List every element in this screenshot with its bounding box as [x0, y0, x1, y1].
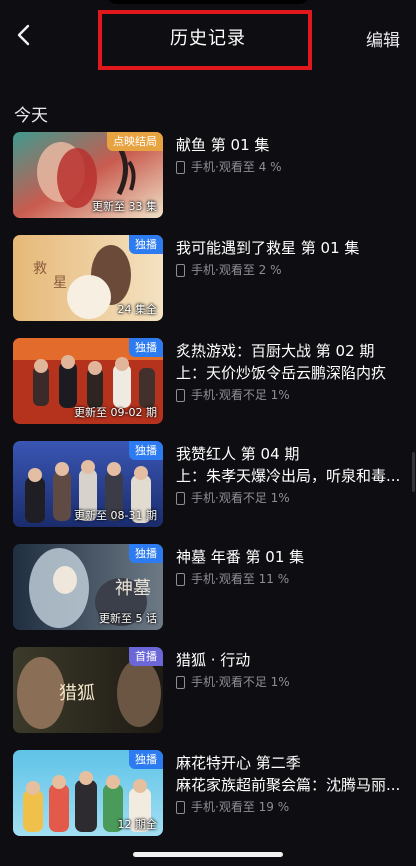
edit-button[interactable]: 编辑 [366, 26, 400, 51]
item-title: 神墓 年番 第 01 集 [176, 548, 305, 566]
thumbnail-badge: 独播 [129, 441, 163, 460]
watch-progress: 观看至 2 % [218, 263, 282, 277]
video-thumbnail[interactable]: 救 星 独播 24 集全 [13, 235, 163, 321]
device-label: 手机 [191, 388, 216, 402]
watch-progress: 观看不足 1% [218, 388, 290, 402]
device-label: 手机 [191, 675, 216, 689]
home-indicator[interactable] [133, 852, 283, 857]
video-thumbnail[interactable]: 猎狐 首播 [13, 647, 163, 733]
video-thumbnail[interactable]: 独播 更新至 08-31 期 [13, 441, 163, 527]
watch-progress: 观看不足 1% [218, 675, 290, 689]
device-label: 手机 [191, 160, 216, 174]
thumbnail-badge: 独播 [129, 235, 163, 254]
svg-text:救: 救 [33, 261, 47, 277]
watch-progress: 观看至 4 % [218, 160, 282, 174]
item-info: 我可能遇到了救星 第 01 集 手机 · 观看至 2 % [176, 237, 412, 279]
scrollbar[interactable] [412, 452, 415, 492]
video-thumbnail[interactable]: 独播 12 期全 [13, 750, 163, 836]
history-item[interactable]: 猎狐 首播 猎狐 · 行动 手机 · 观看不足 1% [0, 647, 416, 733]
phone-icon [176, 263, 185, 277]
item-subtitle: 上：朱孝天爆冷出局，听泉和毒... [176, 467, 401, 485]
thumbnail-badge: 独播 [129, 338, 163, 357]
phone-icon [176, 491, 185, 505]
episode-caption: 更新至 33 集 [92, 200, 157, 213]
watch-meta: 手机 · 观看不足 1% [176, 386, 412, 404]
item-title: 献鱼 第 01 集 [176, 136, 270, 154]
phone-icon [176, 388, 185, 402]
episode-caption: 更新至 09-02 期 [74, 406, 157, 419]
watch-progress: 观看至 11 % [218, 572, 290, 586]
item-title: 麻花特开心 第二季 [176, 754, 301, 772]
thumbnail-badge: 首播 [129, 647, 163, 666]
thumbnail-badge: 独播 [129, 750, 163, 769]
phone-icon [176, 160, 185, 174]
device-label: 手机 [191, 800, 216, 814]
item-info: 麻花特开心 第二季 麻花家族超前聚会篇：沈腾马丽... 手机 · 观看至 19 … [176, 752, 412, 816]
device-label: 手机 [191, 263, 216, 277]
watch-meta: 手机 · 观看不足 1% [176, 673, 412, 691]
phone-icon [176, 572, 185, 586]
phone-icon [176, 675, 185, 689]
top-bar: 历史记录 编辑 [0, 0, 416, 70]
video-thumbnail[interactable]: 独播 更新至 09-02 期 [13, 338, 163, 424]
watch-progress: 观看至 19 % [218, 800, 290, 814]
watch-progress: 观看不足 1% [218, 491, 290, 505]
thumbnail-badge: 点映结局 [107, 132, 163, 151]
item-title: 我可能遇到了救星 第 01 集 [176, 239, 360, 257]
watch-meta: 手机 · 观看不足 1% [176, 489, 412, 507]
episode-caption: 更新至 08-31 期 [74, 509, 157, 522]
item-title: 猎狐 · 行动 [176, 651, 251, 669]
history-item[interactable]: 独播 更新至 09-02 期 炙热游戏：百厨大战 第 02 期 上：天价炒饭令岳… [0, 338, 416, 424]
page-title: 历史记录 [170, 28, 246, 49]
phone-icon [176, 800, 185, 814]
device-label: 手机 [191, 572, 216, 586]
device-label: 手机 [191, 491, 216, 505]
item-subtitle: 麻花家族超前聚会篇：沈腾马丽... [176, 776, 401, 794]
thumbnail-badge: 独播 [129, 544, 163, 563]
episode-caption: 更新至 5 话 [99, 612, 157, 625]
item-info: 我赞红人 第 04 期 上：朱孝天爆冷出局，听泉和毒... 手机 · 观看不足 … [176, 443, 412, 507]
video-thumbnail[interactable]: 神墓 独播 更新至 5 话 [13, 544, 163, 630]
item-info: 炙热游戏：百厨大战 第 02 期 上：天价炒饭令岳云鹏深陷内疚 手机 · 观看不… [176, 340, 412, 404]
watch-meta: 手机 · 观看至 19 % [176, 798, 412, 816]
watch-meta: 手机 · 观看至 4 % [176, 158, 412, 176]
item-title: 炙热游戏：百厨大战 第 02 期 [176, 342, 375, 360]
history-item[interactable]: 神墓 独播 更新至 5 话 神墓 年番 第 01 集 手机 · 观看至 11 % [0, 544, 416, 630]
item-info: 猎狐 · 行动 手机 · 观看不足 1% [176, 649, 412, 691]
svg-text:神墓: 神墓 [115, 578, 151, 599]
item-title: 我赞红人 第 04 期 [176, 445, 300, 463]
history-item[interactable]: 点映结局 更新至 33 集 献鱼 第 01 集 手机 · 观看至 4 % [0, 132, 416, 218]
video-thumbnail[interactable]: 点映结局 更新至 33 集 [13, 132, 163, 218]
history-item[interactable]: 独播 12 期全 麻花特开心 第二季 麻花家族超前聚会篇：沈腾马丽... 手机 … [0, 750, 416, 836]
item-info: 神墓 年番 第 01 集 手机 · 观看至 11 % [176, 546, 412, 588]
episode-caption: 12 期全 [117, 818, 158, 831]
item-subtitle: 上：天价炒饭令岳云鹏深陷内疚 [176, 364, 387, 382]
svg-text:星: 星 [53, 275, 67, 291]
watch-meta: 手机 · 观看至 2 % [176, 261, 412, 279]
section-today-title: 今天 [14, 106, 48, 126]
watch-meta: 手机 · 观看至 11 % [176, 570, 412, 588]
history-item[interactable]: 救 星 独播 24 集全 我可能遇到了救星 第 01 集 手机 · 观看至 2 … [0, 235, 416, 321]
episode-caption: 24 集全 [117, 303, 158, 316]
history-item[interactable]: 独播 更新至 08-31 期 我赞红人 第 04 期 上：朱孝天爆冷出局，听泉和… [0, 441, 416, 527]
svg-text:猎狐: 猎狐 [59, 683, 95, 704]
item-info: 献鱼 第 01 集 手机 · 观看至 4 % [176, 134, 412, 176]
